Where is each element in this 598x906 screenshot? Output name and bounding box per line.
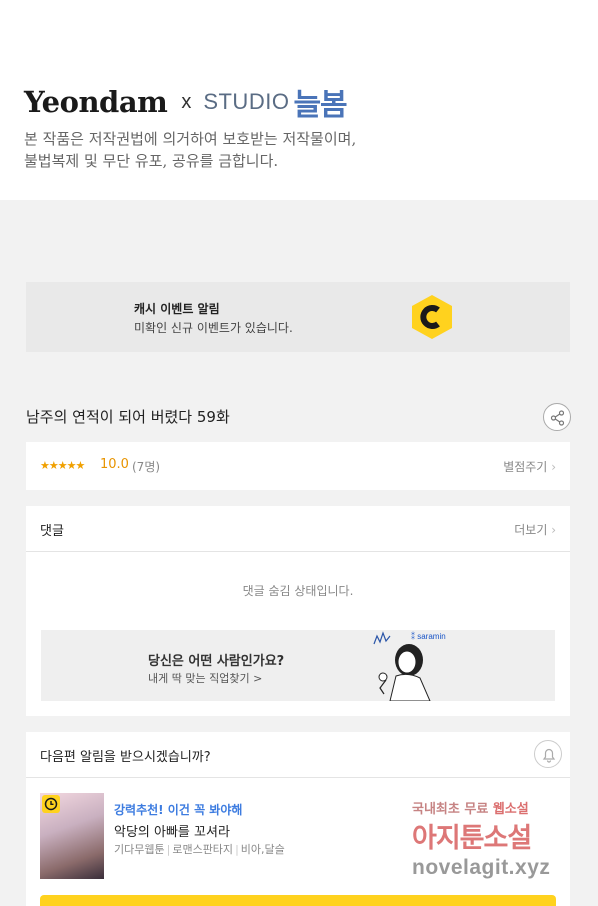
ad-title: 당신은 어떤 사람인가요? [148,654,285,669]
rating-card: ★★★★★ 10.0 (7명) 별점주기 › [26,442,570,490]
publisher-logo: Yeondam x STUDIO 늘봄 [24,82,348,123]
bell-icon [542,748,556,763]
logo-studio: STUDIO [203,89,290,114]
episode-title: 남주의 연적이 되어 버렸다 59화 [26,408,230,426]
saramin-mark-icon: ⁑ [411,632,415,641]
rating-score: 10.0 [100,457,129,472]
recommendation-thumbnail[interactable] [40,793,104,879]
header: Yeondam x STUDIO 늘봄 본 작품은 저작권법에 의거하여 보호받… [0,0,598,200]
more-label: 더보기 [514,523,548,537]
event-title: 캐시 이벤트 알림 [134,302,220,316]
watermark-tagline: 국내최초 무료 웹소설 [412,798,529,817]
comments-hidden-message: 댓글 숨김 상태입니다. [242,584,354,598]
site-watermark: 국내최초 무료 웹소설 아지툰소설 novelagit.xyz [412,798,598,890]
next-episode-header: 다음편 알림을 받으시겠습니까? [26,732,570,778]
tag-category: 기다무웹툰 [114,843,165,856]
chevron-right-icon: › [551,460,556,474]
cash-event-banner[interactable]: 캐시 이벤트 알림 미확인 신규 이벤트가 있습니다. [26,282,570,352]
notify-bell-button[interactable] [534,740,562,768]
comments-header: 댓글 더보기 › [26,506,570,552]
tag-authors: 비아,달슬 [240,843,285,856]
event-subtitle: 미확인 신규 이벤트가 있습니다. [134,321,293,335]
chevron-right-icon: › [551,523,556,537]
recommendation-label: 강력추천! 이건 꼭 봐야해 [114,803,243,817]
logo-nulbom: 늘봄 [293,88,347,123]
logo-separator: x [181,90,192,113]
watermark-tagline-highlight: 웹소설 [492,802,529,817]
tag-genre: 로맨스판타지 [172,843,234,856]
tag-divider: | [166,843,171,856]
copyright-notice: 본 작품은 저작권법에 의거하여 보호받는 저작물이며, 불법복제 및 무단 유… [24,128,424,172]
rating-count: (7명) [132,460,161,474]
star-rating-icon: ★★★★★ [40,459,85,472]
recommendation-title[interactable]: 악당의 아빠를 꼬셔라 [114,821,230,840]
rate-button-label: 별점주기 [503,460,548,474]
share-button[interactable] [543,403,571,431]
ad-subtitle: 내게 딱 맞는 직업찾기 > [148,672,263,685]
tag-divider: | [235,843,239,856]
saramin-brand-text: saramin [417,632,446,641]
saramin-logo: ⁑ saramin [411,632,446,641]
share-icon [550,410,565,426]
watermark-tagline-prefix: 국내최초 무료 [412,802,493,817]
saramin-ad-banner[interactable]: 당신은 어떤 사람인가요? 내게 딱 맞는 직업찾기 > ⁑ saramin [41,630,555,701]
comments-card: 댓글 더보기 › 댓글 숨김 상태입니다. 당신은 어떤 사람인가요? 내게 딱… [26,506,570,716]
wait-free-clock-icon [42,795,60,813]
logo-yeondam: Yeondam [24,85,168,119]
rate-button[interactable]: 별점주기 › [503,458,556,475]
cash-c-hexagon-icon [412,295,452,339]
watermark-domain: novelagit.xyz [412,856,551,879]
comments-more-button[interactable]: 더보기 › [514,521,556,538]
action-button-bar[interactable] [40,895,556,906]
comments-title: 댓글 [40,524,64,539]
copyright-line-2: 불법복제 및 무단 유포, 공유를 금합니다. [24,152,279,170]
copyright-line-1: 본 작품은 저작권법에 의거하여 보호받는 저작물이며, [24,130,357,148]
watermark-brand: 아지툰소설 [412,823,532,854]
recommendation-tags: 기다무웹툰 | 로맨스판타지 | 비아,달슬 [114,841,285,857]
next-episode-alert-title: 다음편 알림을 받으시겠습니까? [40,750,211,765]
